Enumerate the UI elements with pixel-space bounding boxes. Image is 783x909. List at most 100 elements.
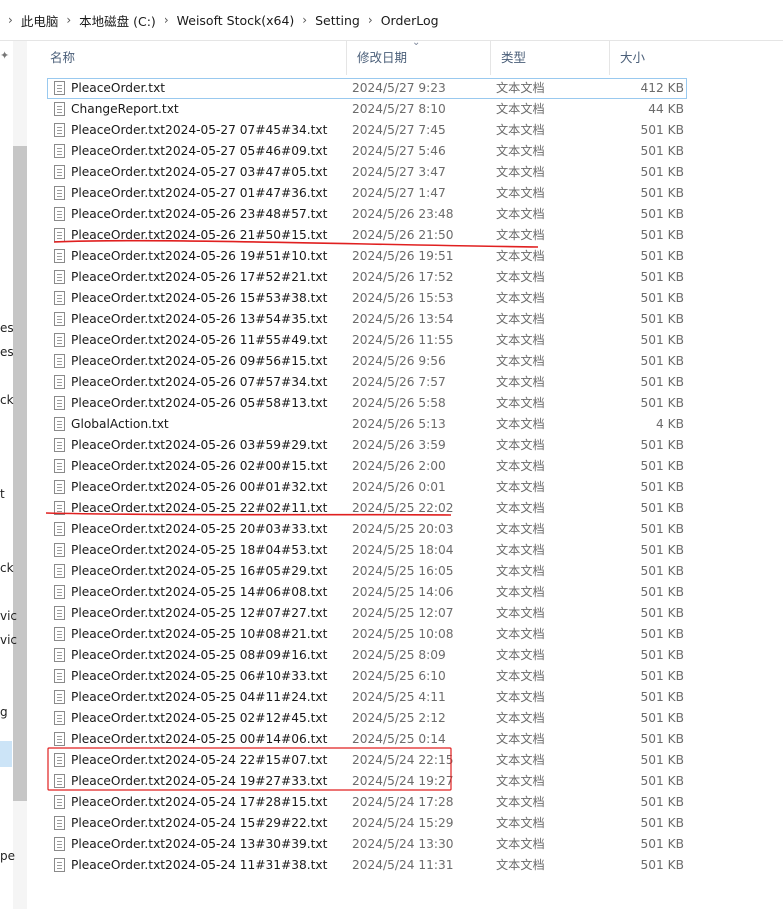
file-row[interactable]: PleaceOrder.txt2024-05-25 16#05#29.txt 20… [47,561,687,582]
breadcrumb-local-disk[interactable]: 本地磁盘 (C:) [79,11,156,30]
breadcrumb-this-pc[interactable]: 此电脑 [21,11,59,30]
file-row[interactable]: PleaceOrder.txt2024-05-24 15#29#22.txt 20… [47,813,687,834]
file-name: PleaceOrder.txt2024-05-26 17#52#21.txt [71,270,328,284]
file-row[interactable]: PleaceOrder.txt2024-05-27 07#45#34.txt 20… [47,120,687,141]
nav-item-fragment[interactable]: t [0,487,5,501]
file-row[interactable]: PleaceOrder.txt2024-05-26 11#55#49.txt 20… [47,330,687,351]
file-row[interactable]: PleaceOrder.txt 2024/5/27 9:23 文本文档 412 KB [47,78,687,99]
file-row[interactable]: PleaceOrder.txt2024-05-26 17#52#21.txt 20… [47,267,687,288]
text-file-icon [54,522,65,536]
file-row[interactable]: PleaceOrder.txt2024-05-25 12#07#27.txt 20… [47,603,687,624]
file-row[interactable]: GlobalAction.txt 2024/5/26 5:13 文本文档 4 KB [47,414,687,435]
file-date: 2024/5/26 17:52 [352,270,454,284]
file-row[interactable]: PleaceOrder.txt2024-05-24 17#28#15.txt 20… [47,792,687,813]
file-size: 501 KB [640,732,685,746]
file-type: 文本文档 [496,627,545,641]
file-name: PleaceOrder.txt2024-05-25 02#12#45.txt [71,711,328,725]
file-row[interactable]: PleaceOrder.txt2024-05-25 06#10#33.txt 20… [47,666,687,687]
file-row[interactable]: PleaceOrder.txt2024-05-25 18#04#53.txt 20… [47,540,687,561]
nav-item-fragment[interactable]: ck [0,561,14,575]
file-date: 2024/5/27 1:47 [352,186,446,200]
text-file-icon [54,396,65,410]
file-name: PleaceOrder.txt2024-05-25 12#07#27.txt [71,606,328,620]
breadcrumb-orderlog[interactable]: OrderLog [381,13,439,28]
file-row[interactable]: PleaceOrder.txt2024-05-25 08#09#16.txt 20… [47,645,687,666]
file-row[interactable]: ChangeReport.txt 2024/5/27 8:10 文本文档 44 KB [47,99,687,120]
file-row[interactable]: PleaceOrder.txt2024-05-27 01#47#36.txt 20… [47,183,687,204]
text-file-icon [54,438,65,452]
file-row[interactable]: PleaceOrder.txt2024-05-26 09#56#15.txt 20… [47,351,687,372]
file-row[interactable]: PleaceOrder.txt2024-05-24 22#15#07.txt 20… [47,750,687,771]
file-row[interactable]: PleaceOrder.txt2024-05-26 07#57#34.txt 20… [47,372,687,393]
nav-selected-highlight [0,741,12,767]
file-row[interactable]: PleaceOrder.txt2024-05-26 05#58#13.txt 20… [47,393,687,414]
file-name: PleaceOrder.txt2024-05-26 13#54#35.txt [71,312,328,326]
file-size: 501 KB [640,186,685,200]
file-type: 文本文档 [496,837,545,851]
nav-item-fragment[interactable]: vic [0,633,17,647]
file-row[interactable]: PleaceOrder.txt2024-05-25 04#11#24.txt 20… [47,687,687,708]
file-row[interactable]: PleaceOrder.txt2024-05-25 02#12#45.txt 20… [47,708,687,729]
file-name: PleaceOrder.txt2024-05-27 07#45#34.txt [71,123,328,137]
breadcrumb-weisoft[interactable]: Weisoft Stock(x64) [177,13,295,28]
file-row[interactable]: PleaceOrder.txt2024-05-26 19#51#10.txt 20… [47,246,687,267]
column-type[interactable]: 类型 [491,41,610,75]
file-row[interactable]: PleaceOrder.txt2024-05-26 03#59#29.txt 20… [47,435,687,456]
nav-item-fragment[interactable]: vic [0,609,17,623]
file-row[interactable]: PleaceOrder.txt2024-05-26 15#53#38.txt 20… [47,288,687,309]
text-file-icon [54,480,65,494]
column-size[interactable]: 大小 [610,41,690,75]
file-row[interactable]: PleaceOrder.txt2024-05-25 00#14#06.txt 20… [47,729,687,750]
nav-item-fragment[interactable]: ck [0,393,14,407]
file-size: 501 KB [640,291,685,305]
file-name: PleaceOrder.txt2024-05-27 01#47#36.txt [71,186,328,200]
nav-item-fragment[interactable]: es [0,321,14,335]
chevron-right-icon[interactable]: › [58,13,79,27]
text-file-icon [54,732,65,746]
breadcrumb-setting[interactable]: Setting [315,13,360,28]
file-type: 文本文档 [496,774,545,788]
file-row[interactable]: PleaceOrder.txt2024-05-24 11#31#38.txt 20… [47,855,687,876]
file-row[interactable]: PleaceOrder.txt2024-05-25 10#08#21.txt 20… [47,624,687,645]
file-row[interactable]: PleaceOrder.txt2024-05-27 03#47#05.txt 20… [47,162,687,183]
navigation-pane[interactable]: ✦ es es ck t ck vic vic g pe [0,41,28,909]
file-name: PleaceOrder.txt2024-05-24 17#28#15.txt [71,795,328,809]
text-file-icon [54,753,65,767]
file-date: 2024/5/25 6:10 [352,669,446,683]
chevron-right-icon[interactable]: › [156,13,177,27]
file-date: 2024/5/25 16:05 [352,564,454,578]
file-row[interactable]: PleaceOrder.txt2024-05-25 20#03#33.txt 20… [47,519,687,540]
file-row[interactable]: PleaceOrder.txt2024-05-25 22#02#11.txt 20… [47,498,687,519]
file-row[interactable]: PleaceOrder.txt2024-05-24 19#27#33.txt 20… [47,771,687,792]
file-date: 2024/5/26 11:55 [352,333,454,347]
file-type: 文本文档 [496,648,545,662]
file-row[interactable]: PleaceOrder.txt2024-05-26 23#48#57.txt 20… [47,204,687,225]
column-date[interactable]: 修改日期 [347,41,491,75]
file-row[interactable]: PleaceOrder.txt2024-05-27 05#46#09.txt 20… [47,141,687,162]
column-name[interactable]: 名称 [40,41,347,75]
nav-item-fragment[interactable]: g [0,705,8,719]
nav-scrollbar-thumb[interactable] [13,146,27,801]
file-row[interactable]: PleaceOrder.txt2024-05-25 14#06#08.txt 20… [47,582,687,603]
file-name: PleaceOrder.txt2024-05-24 15#29#22.txt [71,816,328,830]
file-row[interactable]: PleaceOrder.txt2024-05-26 00#01#32.txt 20… [47,477,687,498]
file-row[interactable]: PleaceOrder.txt2024-05-26 13#54#35.txt 20… [47,309,687,330]
file-size: 501 KB [640,312,685,326]
nav-item-fragment[interactable]: es [0,345,14,359]
address-breadcrumb[interactable]: › 此电脑 › 本地磁盘 (C:) › Weisoft Stock(x64) ›… [0,0,783,41]
file-name: PleaceOrder.txt2024-05-25 16#05#29.txt [71,564,328,578]
file-type: 文本文档 [496,207,545,221]
chevron-right-icon[interactable]: › [294,13,315,27]
file-row[interactable]: PleaceOrder.txt2024-05-24 13#30#39.txt 20… [47,834,687,855]
file-row[interactable]: PleaceOrder.txt2024-05-26 21#50#15.txt 20… [47,225,687,246]
file-size: 501 KB [640,228,685,242]
file-size: 501 KB [640,123,685,137]
file-date: 2024/5/27 9:23 [352,81,446,95]
file-size: 501 KB [640,543,685,557]
file-row[interactable]: PleaceOrder.txt2024-05-26 02#00#15.txt 20… [47,456,687,477]
chevron-right-icon[interactable]: › [0,13,21,27]
file-size: 501 KB [640,459,685,473]
text-file-icon [54,795,65,809]
chevron-right-icon[interactable]: › [360,13,381,27]
nav-item-fragment[interactable]: pe [0,849,15,863]
